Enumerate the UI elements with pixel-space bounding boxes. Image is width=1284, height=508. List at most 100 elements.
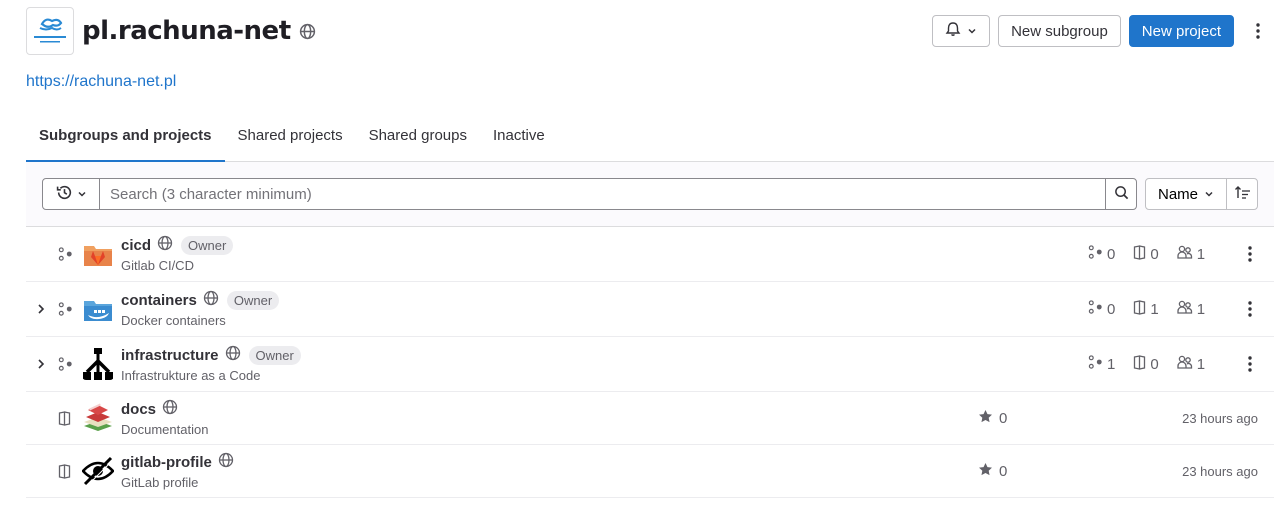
members-count-value: 1 (1196, 245, 1206, 263)
stars-count: 0 (978, 409, 1007, 428)
row-actions-icon[interactable] (1248, 337, 1252, 391)
globe-icon (162, 399, 178, 420)
project-icon (1133, 244, 1146, 264)
cicd-avatar (82, 238, 114, 270)
projects-count: 0 (1133, 244, 1159, 264)
star-icon (978, 462, 993, 481)
globe-icon (203, 290, 219, 311)
list-item[interactable]: docs Documentation 0 23 hours ago (26, 392, 1274, 445)
docs-avatar (82, 402, 114, 434)
projects-count-value: 0 (1150, 355, 1159, 373)
tab-shared-groups[interactable]: Shared groups (356, 116, 480, 162)
members-count-value: 1 (1196, 300, 1206, 318)
row-actions-icon[interactable] (1248, 282, 1252, 336)
subgroups-count: 0 (1088, 244, 1116, 264)
subgroup-icon (1088, 299, 1103, 319)
recent-searches-button[interactable] (42, 178, 100, 210)
updated-time: 23 hours ago (1182, 463, 1258, 479)
subgroup-icon (58, 227, 73, 281)
new-project-button[interactable]: New project (1128, 15, 1234, 47)
members-count: 1 (1177, 355, 1205, 374)
sort-label: Name (1157, 185, 1198, 203)
item-description: GitLab profile (121, 475, 199, 490)
tab-inactive[interactable]: Inactive (480, 116, 558, 162)
item-description: Docker containers (121, 313, 226, 328)
row-actions-icon[interactable] (1248, 227, 1252, 281)
search-input[interactable] (99, 178, 1106, 210)
more-actions-icon[interactable] (1242, 15, 1274, 47)
stars-count-value: 0 (999, 462, 1008, 480)
infrastructure-avatar (82, 348, 114, 380)
members-count: 1 (1177, 245, 1205, 264)
chevron-right-icon[interactable] (36, 282, 46, 336)
list-item[interactable]: gitlab-profile GitLab profile 0 23 hours… (26, 445, 1274, 498)
subgroups-count-value: 0 (1107, 300, 1116, 318)
globe-icon (218, 452, 234, 473)
item-name[interactable]: containers (121, 292, 197, 309)
filter-bar: Name (26, 162, 1274, 227)
sort-direction-button[interactable] (1226, 178, 1258, 210)
item-description: Documentation (121, 422, 209, 437)
users-icon (1177, 355, 1193, 374)
globe-icon[interactable] (299, 23, 316, 40)
tab-subgroups-and-projects[interactable]: Subgroups and projects (26, 116, 225, 162)
history-icon (56, 184, 73, 204)
subgroup-icon (58, 337, 73, 391)
members-count: 1 (1177, 300, 1205, 319)
subgroup-icon (58, 282, 73, 336)
role-badge: Owner (248, 345, 301, 365)
projects-count-value: 1 (1150, 300, 1159, 318)
subgroup-icon (1088, 354, 1103, 374)
members-count-value: 1 (1196, 355, 1206, 373)
item-name[interactable]: gitlab-profile (121, 454, 212, 471)
role-badge: Owner (181, 235, 234, 255)
search-button[interactable] (1105, 178, 1137, 210)
star-icon (978, 409, 993, 428)
projects-count: 0 (1133, 354, 1159, 374)
item-name[interactable]: infrastructure (121, 347, 219, 364)
project-icon (58, 392, 71, 444)
item-name[interactable]: cicd (121, 237, 151, 254)
projects-count: 1 (1133, 299, 1159, 319)
updated-time: 23 hours ago (1182, 410, 1258, 426)
chevron-right-icon[interactable] (36, 337, 46, 391)
sort-lowest-icon (1234, 185, 1251, 203)
page-title: pl.rachuna-net (82, 16, 291, 46)
project-icon (1133, 354, 1146, 374)
containers-avatar (82, 293, 114, 325)
stars-count: 0 (978, 462, 1007, 481)
group-header: pl.rachuna-net New subgroup New project (26, 7, 1274, 55)
tab-shared-projects[interactable]: Shared projects (225, 116, 356, 162)
subgroups-count-value: 0 (1107, 245, 1116, 263)
project-icon (58, 445, 71, 497)
chevron-down-icon (967, 23, 977, 40)
groups-projects-list: cicd Owner Gitlab CI/CD 0 0 1 containers… (26, 227, 1274, 498)
users-icon (1177, 300, 1193, 319)
role-badge: Owner (226, 290, 280, 310)
chevron-down-icon (77, 187, 87, 202)
projects-count-value: 0 (1150, 245, 1159, 263)
chevron-down-icon (1204, 186, 1214, 203)
list-item[interactable]: infrastructure Owner Infrastrukture as a… (26, 337, 1274, 392)
item-name[interactable]: docs (121, 401, 156, 418)
item-description: Infrastrukture as a Code (121, 368, 261, 383)
stars-count-value: 0 (999, 409, 1008, 427)
subgroup-icon (1088, 244, 1103, 264)
sort-dropdown[interactable]: Name (1145, 178, 1227, 210)
subgroups-count: 0 (1088, 299, 1116, 319)
subgroups-count-value: 1 (1107, 355, 1116, 373)
group-website-link[interactable]: https://rachuna-net.pl (26, 73, 176, 91)
project-icon (1133, 299, 1146, 319)
gitlab-profile-avatar (82, 455, 114, 487)
search-icon (1114, 185, 1129, 203)
list-item[interactable]: cicd Owner Gitlab CI/CD 0 0 1 (26, 227, 1274, 282)
tabs: Subgroups and projects Shared projects S… (26, 116, 1274, 162)
item-description: Gitlab CI/CD (121, 258, 194, 273)
group-avatar (26, 7, 74, 55)
notifications-button[interactable] (932, 15, 991, 47)
globe-icon (225, 345, 241, 366)
subgroups-count: 1 (1088, 354, 1116, 374)
globe-icon (157, 235, 173, 256)
new-subgroup-button[interactable]: New subgroup (998, 15, 1121, 47)
list-item[interactable]: containers Owner Docker containers 0 1 1 (26, 282, 1274, 337)
